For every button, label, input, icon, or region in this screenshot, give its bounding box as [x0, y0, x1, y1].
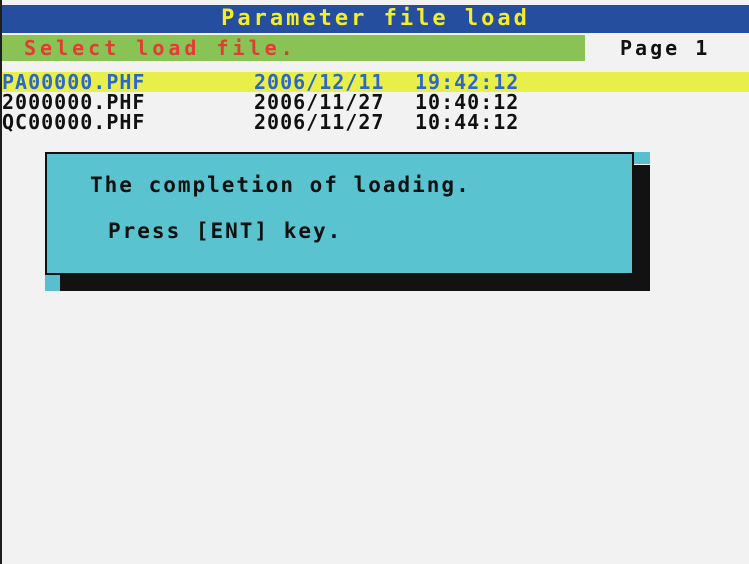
press-ent-instruction: Press [ENT] key.: [108, 219, 343, 243]
parameter-file-load-screen: Parameter file load Select load file. Pa…: [0, 0, 749, 564]
file-row-qc00000[interactable]: QC00000.PHF 2006/11/27 10:44:12: [2, 112, 749, 132]
status-message: Select load file.: [2, 35, 585, 61]
file-row-2000000[interactable]: 2000000.PHF 2006/11/27 10:40:12: [2, 92, 749, 112]
file-time: 10:44:12: [415, 110, 520, 134]
file-name: PA00000.PHF: [2, 70, 146, 94]
file-list[interactable]: PA00000.PHF 2006/12/11 19:42:12 2000000.…: [2, 72, 749, 132]
file-time: 19:42:12: [415, 70, 520, 94]
file-name: QC00000.PHF: [2, 110, 146, 134]
window-title: Parameter file load: [2, 5, 749, 33]
file-date: 2006/11/27: [254, 90, 385, 114]
completion-message: The completion of loading.: [90, 173, 471, 197]
completion-dialog[interactable]: The completion of loading. Press [ENT] k…: [45, 152, 634, 275]
dialog-shadow-highlight: [45, 275, 60, 291]
file-date: 2006/11/27: [254, 110, 385, 134]
dialog-shadow-highlight: [634, 152, 650, 164]
file-time: 10:40:12: [415, 90, 520, 114]
file-date: 2006/12/11: [254, 70, 385, 94]
file-row-pa00000[interactable]: PA00000.PHF 2006/12/11 19:42:12: [2, 72, 749, 92]
file-name: 2000000.PHF: [2, 90, 146, 114]
page-indicator: Page 1: [620, 36, 711, 60]
